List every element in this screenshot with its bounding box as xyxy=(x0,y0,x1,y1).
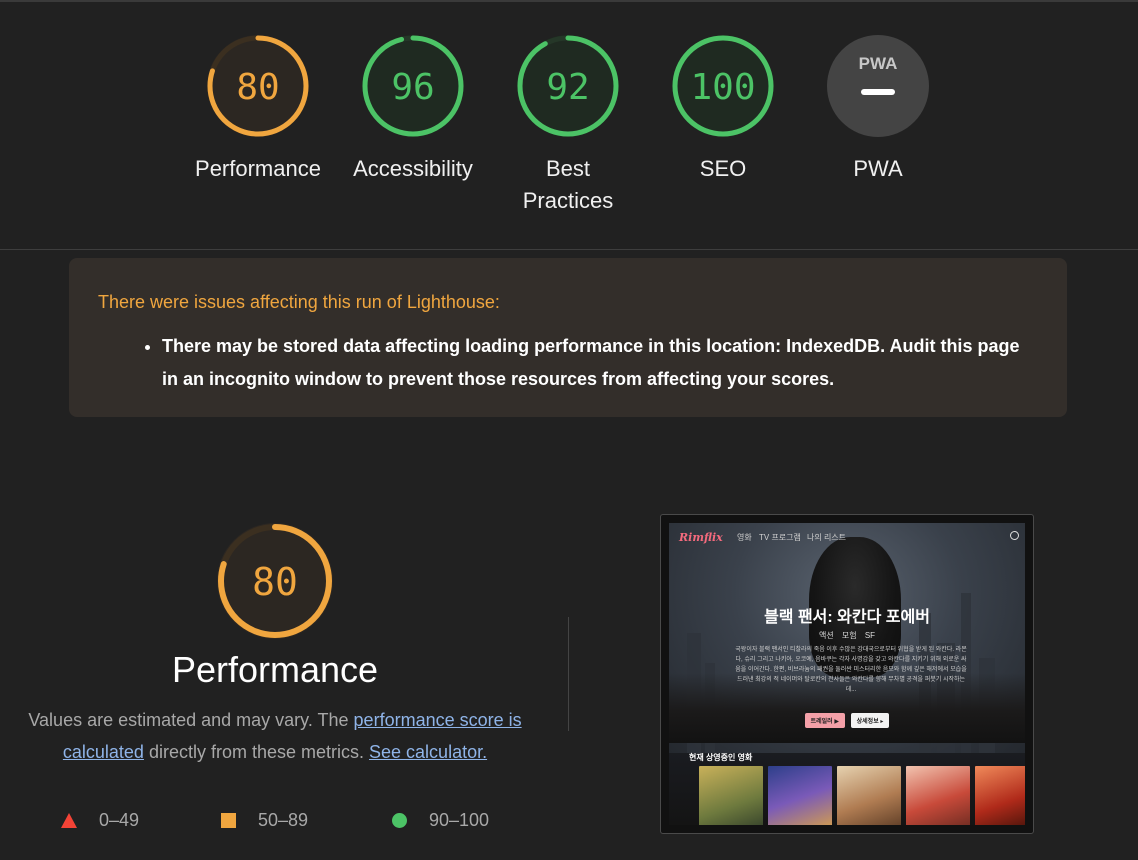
warning-item: There may be stored data affecting loadi… xyxy=(162,330,1038,396)
vertical-separator xyxy=(568,617,569,731)
movie-poster xyxy=(906,766,970,825)
legend-range: 50–89 xyxy=(258,810,309,830)
legend-range: 0–49 xyxy=(99,810,140,830)
legend-pass: 90–100 xyxy=(392,810,489,831)
hero-buttons: 트레일러 ▶ 상세정보 ▸ xyxy=(669,713,1025,728)
gauge-label: Performance xyxy=(195,156,321,181)
trailer-button: 트레일러 ▶ xyxy=(804,713,845,728)
hero-title: 블랙 팬서: 와칸다 포에버 xyxy=(764,609,930,626)
pass-circle-icon xyxy=(392,813,407,828)
performance-gauge-ring: 80 xyxy=(207,35,309,137)
legend-range: 90–100 xyxy=(429,810,490,830)
gauge-performance[interactable]: 80 Performance xyxy=(183,33,333,185)
gauge-label: SEO xyxy=(699,156,747,181)
gauge-seo[interactable]: 100 SEO xyxy=(648,33,798,185)
detail-button: 상세정보 ▸ xyxy=(850,713,890,728)
poster-row xyxy=(699,766,1025,825)
performance-summary: 80 Performance Values are estimated and … xyxy=(0,520,550,768)
pwa-badge: PWA xyxy=(827,35,929,137)
site-nav-tv: TV 프로그램 xyxy=(759,533,801,542)
movie-poster xyxy=(975,766,1025,825)
gauge-pwa[interactable]: PWA PWA xyxy=(803,33,953,185)
see-calculator-link[interactable]: See calculator. xyxy=(369,742,487,762)
movie-poster xyxy=(699,766,763,825)
best-practices-gauge-ring: 92 xyxy=(517,35,619,137)
gauge-label: PWA xyxy=(853,156,903,181)
gauge-accessibility[interactable]: 96 Accessibility xyxy=(338,33,488,185)
legend-average: 50–89 xyxy=(221,810,308,831)
gauge-score: 96 xyxy=(391,67,434,108)
page-screenshot-image: Rimflix 영화 TV 프로그램 나의 리스트 블랙 팬서: 와칸다 포에버… xyxy=(669,523,1025,825)
search-icon xyxy=(1010,531,1019,540)
desc-prefix: Values are estimated and may vary. The xyxy=(28,710,354,730)
pwa-badge-text: PWA xyxy=(859,54,898,73)
warning-list: There may be stored data affecting loadi… xyxy=(98,330,1038,396)
performance-description: Values are estimated and may vary. The p… xyxy=(15,704,535,768)
fail-triangle-icon xyxy=(61,813,77,828)
pwa-dash-icon xyxy=(861,89,895,95)
performance-big-gauge: 80 xyxy=(217,523,333,639)
score-legend: 0–49 50–89 90–100 xyxy=(0,810,560,836)
accessibility-gauge-ring: 96 xyxy=(362,35,464,137)
site-nav: Rimflix 영화 TV 프로그램 나의 리스트 xyxy=(679,531,1019,544)
hero-genres: 액션 모험 SF xyxy=(818,631,876,640)
performance-score: 80 xyxy=(252,560,298,604)
gauge-score: 100 xyxy=(690,67,755,108)
now-playing-title: 현재 상영중인 영화 xyxy=(689,753,753,762)
site-nav-mylist: 나의 리스트 xyxy=(807,533,847,542)
movie-poster xyxy=(768,766,832,825)
final-screenshot[interactable]: Rimflix 영화 TV 프로그램 나의 리스트 블랙 팬서: 와칸다 포에버… xyxy=(660,514,1034,834)
average-square-icon xyxy=(221,813,236,828)
gauge-score: 92 xyxy=(546,67,589,108)
warning-box: There were issues affecting this run of … xyxy=(69,258,1067,417)
seo-gauge-ring: 100 xyxy=(672,35,774,137)
gauge-score: 80 xyxy=(236,67,279,108)
gauge-label: Best Practices xyxy=(522,156,614,213)
desc-middle: directly from these metrics. xyxy=(143,742,370,762)
performance-title: Performance xyxy=(171,649,379,690)
gauge-label: Accessibility xyxy=(353,156,473,181)
site-logo: Rimflix xyxy=(679,531,723,544)
hero-description: 국왕이자 블랙 팬서인 티찰라의 죽음 이후 수많은 강대국으로부터 위협을 받… xyxy=(735,647,967,693)
score-gauges: 80 Performance 96 Accessibility 92 Best … xyxy=(0,33,1138,248)
top-border xyxy=(0,0,1138,2)
site-nav-movies: 영화 xyxy=(737,533,752,542)
warning-title: There were issues affecting this run of … xyxy=(98,292,500,312)
legend-fail: 0–49 xyxy=(61,810,139,831)
section-divider xyxy=(0,249,1138,250)
movie-poster xyxy=(837,766,901,825)
gauge-best-practices[interactable]: 92 Best Practices xyxy=(493,33,643,217)
